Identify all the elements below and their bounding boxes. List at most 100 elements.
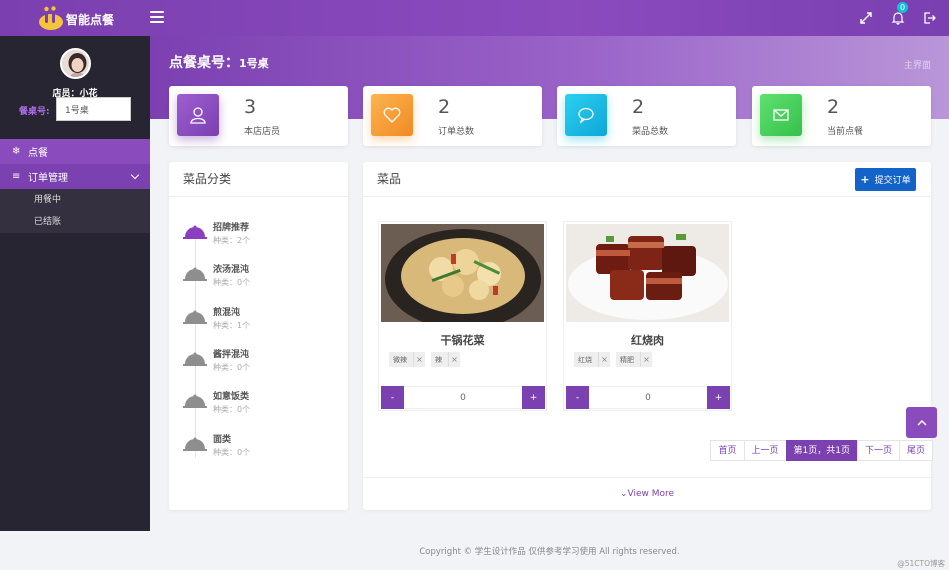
pager-current[interactable]: 第1页，共1页 xyxy=(785,440,858,461)
stat-label: 本店店员 xyxy=(244,127,281,137)
chevron-down-icon xyxy=(130,170,140,180)
logout-icon[interactable] xyxy=(923,11,937,25)
category-count: 种类：0个 xyxy=(213,363,251,372)
cloche-icon xyxy=(183,352,207,366)
tag-label: 微辣 xyxy=(393,355,407,364)
quantity-value[interactable]: 0 xyxy=(589,386,707,409)
sidebar-item-label: 点餐 xyxy=(28,148,48,159)
stat-label: 订单总数 xyxy=(438,127,475,137)
decrease-button[interactable]: - xyxy=(566,386,589,409)
logo[interactable]: 智能点餐 xyxy=(0,0,150,36)
pager-first[interactable]: 首页 xyxy=(710,440,745,461)
bell-icon[interactable]: 0 xyxy=(891,2,908,25)
sidebar-nav: ❄ 点餐 ≡ 订单管理 用餐中 已结账 xyxy=(0,139,150,233)
page-title-table: 1号桌 xyxy=(239,57,269,70)
table-label: 餐桌号: xyxy=(19,107,50,117)
close-icon[interactable]: × xyxy=(598,352,610,367)
tag-label: 精肥 xyxy=(620,355,634,364)
table-number-input[interactable] xyxy=(56,97,131,121)
panel-title: 菜品 xyxy=(363,162,931,197)
stat-value: 3 xyxy=(244,96,257,118)
watermark: @51CTO博客 xyxy=(897,559,945,568)
pager-next[interactable]: 下一页 xyxy=(856,440,900,461)
sidebar: 店员：小花 餐桌号: ❄ 点餐 ≡ 订单管理 用餐中 已结账 xyxy=(0,36,150,531)
pagination: 首页 上一页 第1页，共1页 下一页 尾页 xyxy=(710,440,933,461)
category-item[interactable]: 酱拌混沌 种类：0个 xyxy=(183,347,343,377)
submenu: 用餐中 已结账 xyxy=(0,189,150,233)
user-icon xyxy=(177,94,219,136)
view-more-link[interactable]: ⌄View More xyxy=(363,477,931,510)
page-title-label: 点餐桌号： xyxy=(169,55,239,71)
chat-icon xyxy=(565,94,607,136)
sidebar-item-order[interactable]: ❄ 点餐 xyxy=(0,139,150,164)
menu-toggle-icon[interactable] xyxy=(150,11,164,23)
stat-value: 2 xyxy=(632,96,645,118)
category-count: 种类：0个 xyxy=(213,405,251,414)
logo-icon xyxy=(39,6,63,30)
decrease-button[interactable]: - xyxy=(381,386,404,409)
tag-label: 红烧 xyxy=(578,355,592,364)
notification-badge: 0 xyxy=(897,2,908,13)
dish-tag[interactable]: 红烧 × xyxy=(574,352,610,367)
stat-card-orders: 2 订单总数 xyxy=(363,86,542,146)
quantity-stepper: - 0 + xyxy=(566,386,730,409)
dish-card: 干锅花菜 微辣 × 辣 × - 0 + xyxy=(378,221,547,411)
dish-tag[interactable]: 精肥 × xyxy=(616,352,652,367)
submit-order-label: 提交订单 xyxy=(874,176,911,186)
stat-label: 菜品总数 xyxy=(632,127,669,137)
close-icon[interactable]: × xyxy=(413,352,425,367)
stat-card-dishes: 2 菜品总数 xyxy=(557,86,736,146)
sidebar-subitem-paid[interactable]: 已结账 xyxy=(0,211,150,233)
avatar xyxy=(60,48,91,79)
close-icon[interactable]: × xyxy=(640,352,652,367)
category-name: 面类 xyxy=(213,435,232,445)
category-name: 酱拌混沌 xyxy=(213,350,250,360)
fullscreen-icon[interactable] xyxy=(859,11,873,25)
dish-tag[interactable]: 微辣 × xyxy=(389,352,425,367)
dish-card: 红烧肉 红烧 × 精肥 × - 0 + xyxy=(563,221,732,411)
top-bar: 智能点餐 0 xyxy=(0,0,949,36)
page-title: 点餐桌号：1号桌 xyxy=(169,52,269,72)
dish-name: 干锅花菜 xyxy=(440,334,485,347)
category-item[interactable]: 面类 种类：0个 xyxy=(183,432,343,462)
tag-label: 辣 xyxy=(435,355,442,364)
cloche-icon xyxy=(183,310,207,324)
category-name: 浓汤混沌 xyxy=(213,265,250,275)
cloche-icon xyxy=(183,267,207,281)
category-item[interactable]: 煎混沌 种类：1个 xyxy=(183,305,343,335)
increase-button[interactable]: + xyxy=(522,386,545,409)
close-icon[interactable]: × xyxy=(448,352,460,367)
category-count: 种类：1个 xyxy=(213,321,251,330)
quantity-stepper: - 0 + xyxy=(381,386,545,409)
sidebar-subitem-dining[interactable]: 用餐中 xyxy=(0,189,150,211)
stat-card-current: 2 当前点餐 xyxy=(752,86,931,146)
heart-icon xyxy=(371,94,413,136)
stat-value: 2 xyxy=(827,96,840,118)
sidebar-item-order-management[interactable]: ≡ 订单管理 xyxy=(0,164,150,189)
category-item[interactable]: 如意饭类 种类：0个 xyxy=(183,389,343,419)
database-icon: ≡ xyxy=(12,171,21,182)
dish-image[interactable] xyxy=(381,224,544,322)
category-item[interactable]: 招牌推荐 种类：2个 xyxy=(183,220,343,250)
back-to-top-button[interactable] xyxy=(906,407,937,438)
category-count: 种类：0个 xyxy=(213,278,251,287)
snowflake-icon: ❄ xyxy=(12,146,21,157)
submit-order-button[interactable]: + 提交订单 xyxy=(855,168,916,191)
dish-name: 红烧肉 xyxy=(631,334,664,347)
dish-image[interactable] xyxy=(566,224,729,322)
chevron-down-icon: ⌄ xyxy=(619,489,628,499)
stat-label: 当前点餐 xyxy=(827,127,864,137)
panel-title: 菜品分类 xyxy=(169,162,348,197)
stat-card-staff: 3 本店店员 xyxy=(169,86,348,146)
category-item[interactable]: 浓汤混沌 种类：0个 xyxy=(183,262,343,292)
stat-value: 2 xyxy=(438,96,451,118)
category-name: 招牌推荐 xyxy=(213,223,250,233)
quantity-value[interactable]: 0 xyxy=(404,386,522,409)
dish-tag[interactable]: 辣 × xyxy=(431,352,460,367)
category-name: 煎混沌 xyxy=(213,308,241,318)
breadcrumb[interactable]: 主界面 xyxy=(904,58,931,71)
pager-prev[interactable]: 上一页 xyxy=(743,440,787,461)
pager-last[interactable]: 尾页 xyxy=(898,440,933,461)
category-count: 种类：0个 xyxy=(213,448,251,457)
increase-button[interactable]: + xyxy=(707,386,730,409)
